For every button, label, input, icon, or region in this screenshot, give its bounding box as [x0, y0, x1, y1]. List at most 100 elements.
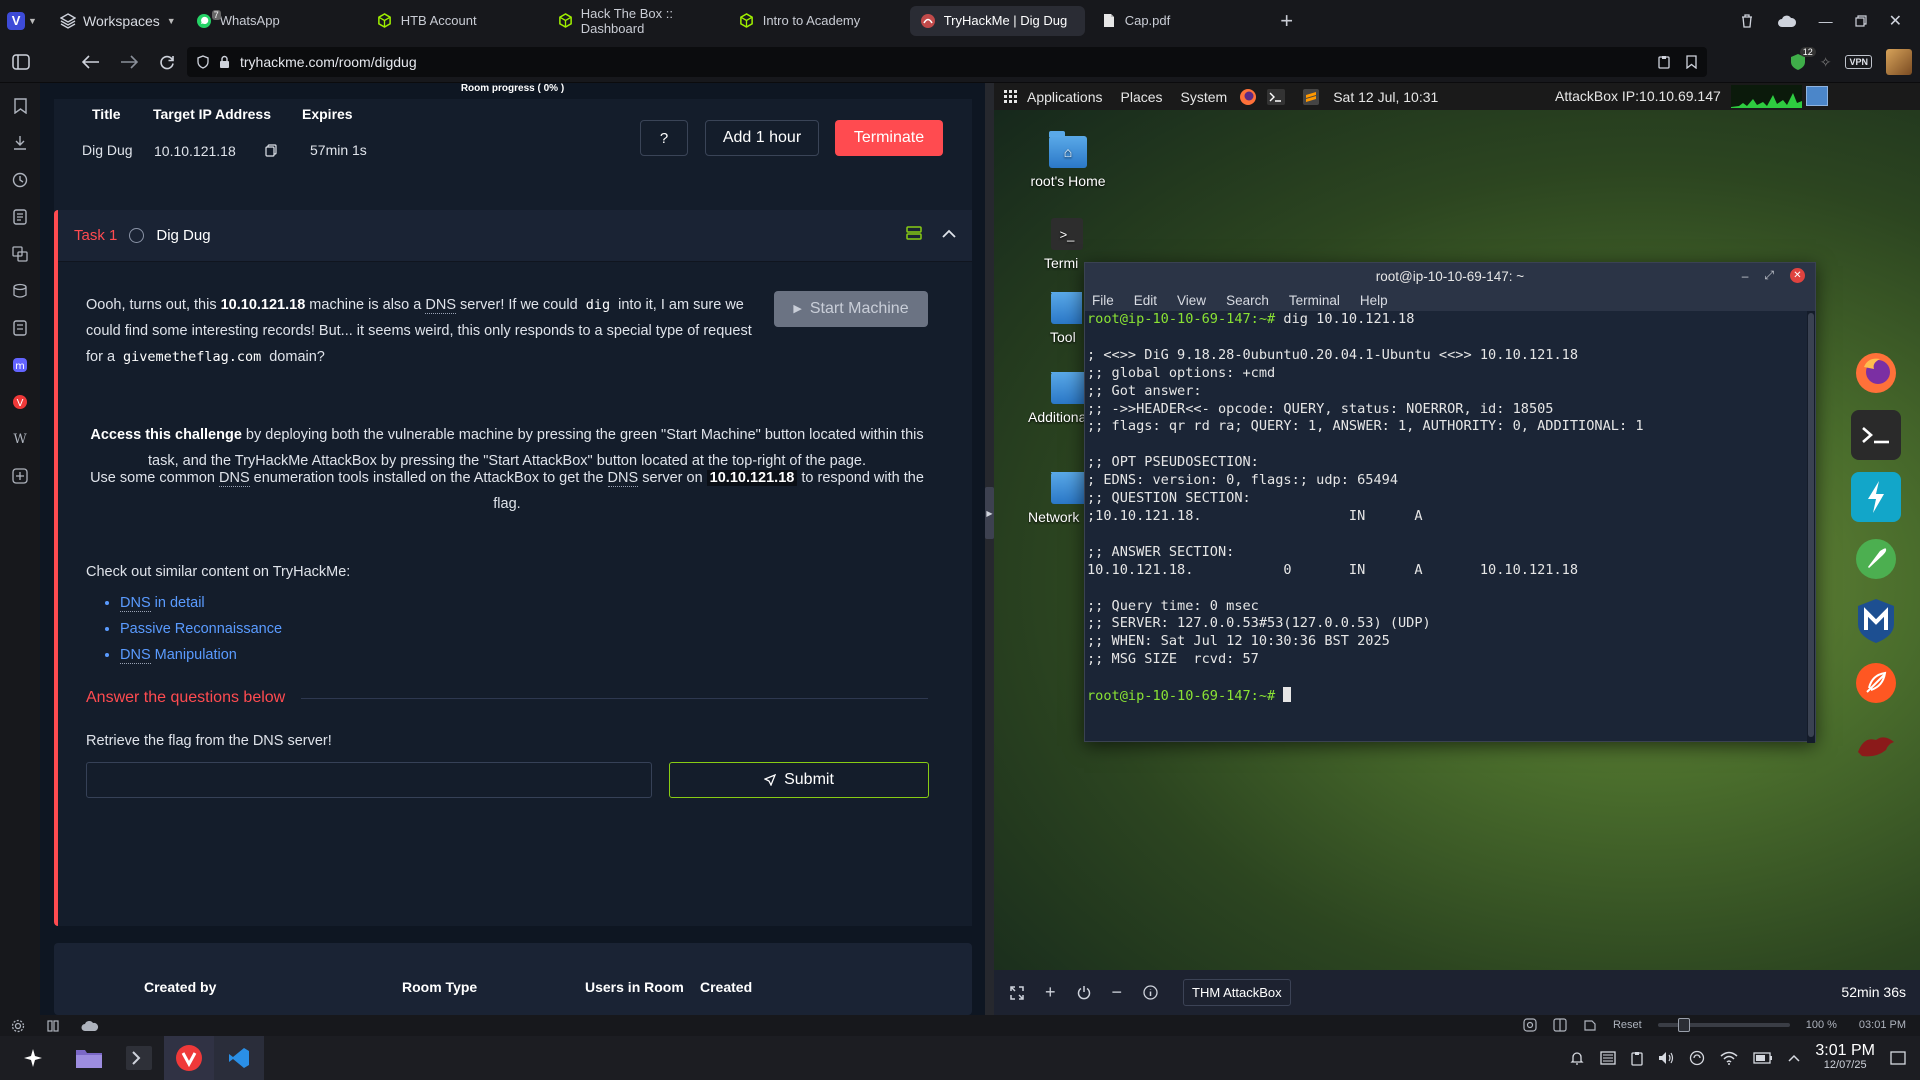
terminal-window[interactable]: root@ip-10-10-69-147: ~ – ⤢ ✕ File Edit …: [1084, 262, 1816, 743]
lock-icon[interactable]: [219, 55, 230, 69]
vivaldi-menu-button[interactable]: V ▼: [0, 0, 44, 41]
maximize-icon[interactable]: ⤢: [1764, 268, 1774, 283]
profile-avatar[interactable]: [1886, 49, 1912, 75]
feather-dock-icon[interactable]: [1851, 658, 1901, 708]
dragon-dock-icon[interactable]: [1851, 720, 1901, 770]
terminate-button[interactable]: Terminate: [835, 120, 943, 156]
burp-dock-icon[interactable]: [1851, 472, 1901, 522]
vpn-tray-icon[interactable]: [1689, 1050, 1705, 1066]
desktop-icon-networking[interactable]: Network: [1028, 472, 1084, 525]
downloads-panel-icon[interactable]: [10, 134, 30, 152]
firefox-dock-icon[interactable]: [1851, 348, 1901, 398]
bookmark-icon[interactable]: [1686, 55, 1697, 69]
desktop-icon-tools[interactable]: Tool: [1042, 292, 1082, 345]
link-dns-in-detail[interactable]: DNS in detail: [120, 590, 282, 616]
mastodon-panel-icon[interactable]: m: [10, 356, 30, 374]
cloud-sync-icon[interactable]: [1777, 14, 1797, 28]
trash-icon[interactable]: [1739, 13, 1755, 29]
scrollbar-thumb[interactable]: [1808, 313, 1814, 737]
split-view-divider[interactable]: ▶: [985, 83, 994, 1015]
history-panel-icon[interactable]: [10, 171, 30, 189]
clipboard-icon[interactable]: [1658, 55, 1670, 69]
menu-search[interactable]: Search: [1226, 293, 1269, 308]
terminal-scrollbar[interactable]: [1807, 311, 1815, 743]
back-button[interactable]: [72, 41, 110, 83]
add-1-hour-button[interactable]: Add 1 hour: [705, 120, 819, 156]
battery-icon[interactable]: [1753, 1052, 1773, 1064]
minimize-icon[interactable]: —: [1819, 13, 1833, 29]
close-icon[interactable]: ✕: [1790, 268, 1805, 283]
rocket-dock-icon[interactable]: [1851, 534, 1901, 584]
page-actions-icon[interactable]: [1583, 1018, 1597, 1032]
desktop-icon-roots-home[interactable]: ⌂ root's Home: [1028, 131, 1108, 189]
add-panel-icon[interactable]: [10, 467, 30, 485]
bookmarks-panel-icon[interactable]: [10, 97, 30, 115]
tray-expand-icon[interactable]: [1788, 1054, 1800, 1062]
panel-toggle-button[interactable]: [2, 41, 40, 83]
settings-icon[interactable]: [11, 1019, 25, 1033]
workspaces-button[interactable]: Workspaces ▼: [44, 0, 186, 41]
power-icon[interactable]: [1077, 985, 1091, 1000]
window-panel-icon[interactable]: [10, 282, 30, 300]
terminal-output[interactable]: root@ip-10-10-69-147:~# dig 10.10.121.18…: [1085, 311, 1809, 741]
shield-extension-icon[interactable]: 12: [1790, 47, 1816, 71]
cloud-icon[interactable]: [81, 1020, 99, 1032]
link-dns-manipulation[interactable]: DNS Manipulation: [120, 642, 282, 668]
url-field[interactable]: tryhackme.com/room/digdug: [187, 47, 1707, 77]
tab-intro-to-academy[interactable]: Intro to Academy: [729, 6, 904, 36]
tab-htb-dashboard[interactable]: Hack The Box :: Dashboard: [548, 6, 723, 36]
puzzle-icon[interactable]: ✧: [1820, 54, 1832, 71]
menu-terminal[interactable]: Terminal: [1289, 293, 1340, 308]
terminal-dock-icon[interactable]: [1851, 410, 1901, 460]
tab-cap-pdf[interactable]: Cap.pdf: [1091, 6, 1266, 36]
konsole-button[interactable]: [114, 1036, 164, 1080]
firefox-launcher-icon[interactable]: [1239, 88, 1257, 106]
copy-icon[interactable]: [265, 144, 277, 157]
tab-whatsapp[interactable]: 7 WhatsApp: [186, 6, 361, 36]
tile-icon[interactable]: [47, 1019, 59, 1032]
fullscreen-icon[interactable]: [1010, 985, 1024, 1000]
plus-icon[interactable]: +: [1045, 982, 1056, 1003]
zoom-slider[interactable]: [1657, 1018, 1790, 1032]
file-manager-button[interactable]: [64, 1036, 114, 1080]
clipboard-tray-icon[interactable]: [1631, 1051, 1644, 1066]
zoom-slider-knob[interactable]: [1677, 1018, 1690, 1032]
task-header[interactable]: Task 1 Dig Dug: [58, 210, 972, 262]
start-machine-button[interactable]: ▶ Start Machine: [774, 291, 928, 327]
workspace-switcher[interactable]: [1806, 86, 1828, 106]
translate-panel-icon[interactable]: [10, 245, 30, 263]
chevron-up-icon[interactable]: [942, 229, 956, 238]
new-tab-button[interactable]: +: [1272, 6, 1302, 36]
launcher-button[interactable]: [8, 1036, 58, 1080]
split-handle[interactable]: ▶: [985, 487, 994, 539]
menu-edit[interactable]: Edit: [1134, 293, 1157, 308]
apps-grid-icon[interactable]: [1004, 90, 1017, 103]
tab-tryhackme-dig-dug[interactable]: TryHackMe | Dig Dug: [909, 5, 1085, 36]
wikipedia-panel-icon[interactable]: W: [10, 430, 30, 448]
answer-input[interactable]: [86, 762, 652, 798]
applications-menu[interactable]: Applications: [1027, 89, 1103, 105]
info-icon[interactable]: [1143, 985, 1158, 1000]
desktop-icon-terminal[interactable]: >_ Termi: [1044, 218, 1084, 271]
system-menu[interactable]: System: [1181, 89, 1228, 105]
terminal-launcher-icon[interactable]: [1267, 88, 1286, 105]
reading-list-panel-icon[interactable]: [10, 319, 30, 337]
keyboard-layout-icon[interactable]: [1600, 1051, 1617, 1065]
maximize-icon[interactable]: [1854, 14, 1867, 27]
vscode-taskbar-button[interactable]: [214, 1036, 264, 1080]
vpn-extension-badge[interactable]: VPN: [1845, 55, 1872, 69]
wifi-icon[interactable]: [1720, 1051, 1738, 1065]
help-button[interactable]: ?: [640, 120, 688, 156]
reset-zoom-button[interactable]: Reset: [1613, 1019, 1642, 1031]
show-desktop-icon[interactable]: [1890, 1051, 1906, 1065]
attackbox-name-button[interactable]: THM AttackBox: [1183, 979, 1291, 1006]
vivaldi-taskbar-button[interactable]: [164, 1036, 214, 1080]
link-passive-reconnaissance[interactable]: Passive Reconnaissance: [120, 616, 282, 642]
reload-button[interactable]: [148, 41, 186, 83]
close-icon[interactable]: ✕: [1889, 11, 1902, 31]
minus-icon[interactable]: −: [1112, 982, 1123, 1003]
sublime-launcher-icon[interactable]: [1303, 88, 1320, 105]
vivaldi-panel-icon[interactable]: V: [10, 393, 30, 411]
task-list-icon[interactable]: [906, 226, 922, 240]
forward-button[interactable]: [110, 41, 148, 83]
